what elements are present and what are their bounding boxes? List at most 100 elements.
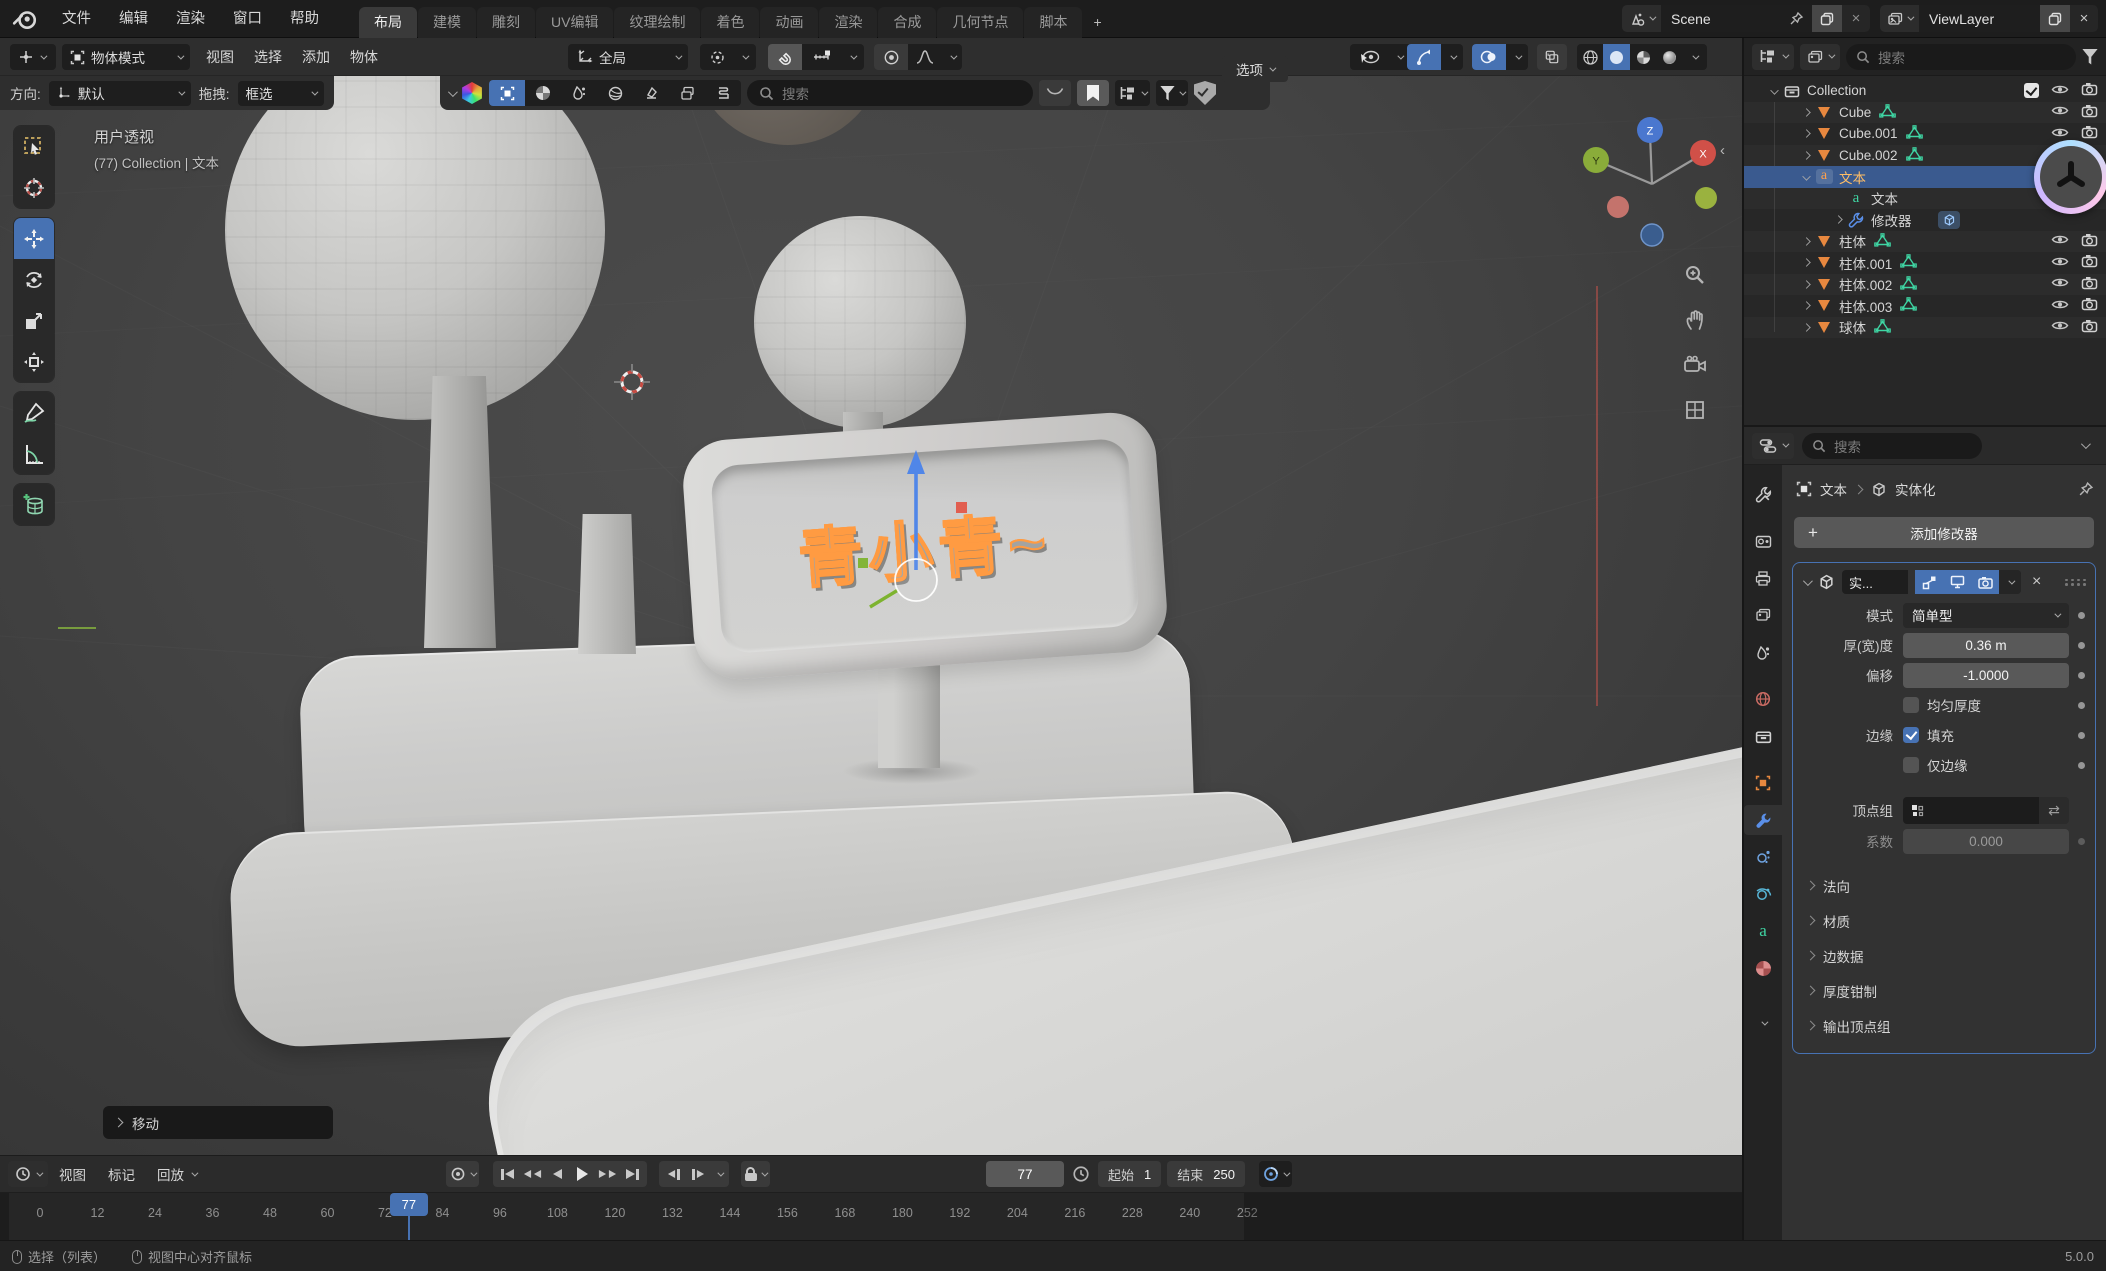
- transform-orientation-dropdown[interactable]: 全局: [568, 44, 688, 70]
- properties-tab-world[interactable]: [1744, 684, 1782, 714]
- properties-tab-material[interactable]: [1744, 953, 1782, 983]
- outliner-item-label[interactable]: 柱体.001: [1839, 253, 1892, 273]
- drag-dropdown[interactable]: 框选: [238, 81, 324, 106]
- prev-frame-button[interactable]: [661, 1162, 686, 1186]
- properties-tab-view-layer[interactable]: [1744, 600, 1782, 630]
- shading-material-icon[interactable]: [1630, 44, 1656, 70]
- viewport-menu-item[interactable]: 视图: [196, 38, 244, 76]
- vertex-group-field[interactable]: [1903, 797, 2039, 824]
- editor-type-button[interactable]: [10, 44, 56, 70]
- expander-icon[interactable]: [1798, 152, 1815, 159]
- app-menu-item[interactable]: 帮助: [276, 0, 333, 38]
- hide-eye-toggle[interactable]: [2051, 298, 2069, 314]
- outliner-display-mode-button[interactable]: [1752, 44, 1794, 70]
- keyframe-dot[interactable]: [2078, 612, 2085, 619]
- offset-field[interactable]: -1.0000: [1903, 663, 2069, 688]
- render-visibility-toggle[interactable]: [2081, 82, 2098, 99]
- gizmos-toggle-icon[interactable]: [1407, 44, 1441, 70]
- next-keyframe-button[interactable]: [595, 1162, 620, 1186]
- timeline-editor-type-button[interactable]: [8, 1161, 48, 1187]
- workspace-tab[interactable]: 脚本: [1024, 7, 1082, 38]
- hide-eye-toggle[interactable]: [2051, 83, 2069, 99]
- outliner-item-label[interactable]: 文本: [1871, 188, 1898, 208]
- viewlayer-name[interactable]: ViewLayer: [1919, 11, 2040, 27]
- sidebar-collapse-arrow[interactable]: ‹: [1720, 142, 1725, 159]
- keyframe-dot[interactable]: [2078, 732, 2085, 739]
- pan-widget-icon[interactable]: [1678, 303, 1712, 337]
- fill-checkbox[interactable]: [1903, 727, 1919, 743]
- clock-icon[interactable]: [1072, 1165, 1090, 1183]
- proportional-edit-toggle[interactable]: [874, 44, 908, 70]
- operator-panel[interactable]: 移动: [103, 1106, 333, 1139]
- jump-to-start-button[interactable]: [495, 1162, 520, 1186]
- outliner-item-label[interactable]: 柱体: [1839, 231, 1866, 251]
- modifier-render-toggle[interactable]: [1971, 570, 1999, 594]
- snap-dropdown[interactable]: [842, 44, 862, 70]
- modifier-badge-icon[interactable]: [1938, 211, 1960, 229]
- timeline-menu-item[interactable]: 视图: [48, 1164, 97, 1184]
- overlays-dropdown[interactable]: [1506, 44, 1528, 70]
- keyframe-dot[interactable]: [2078, 672, 2085, 679]
- workspace-tab[interactable]: 渲染: [819, 7, 877, 38]
- expander-icon[interactable]: [1830, 216, 1847, 223]
- next-frame-button[interactable]: [686, 1162, 711, 1186]
- properties-search-input[interactable]: 搜索: [1802, 433, 1982, 459]
- falloff-dropdown[interactable]: [942, 44, 962, 70]
- properties-tab-object-data[interactable]: a: [1744, 916, 1782, 946]
- annotate-tool[interactable]: [14, 392, 54, 433]
- tabs-overflow-chevron[interactable]: [1744, 1008, 1782, 1038]
- shading-dropdown[interactable]: [1682, 44, 1706, 70]
- timeline-menu-item[interactable]: 标记: [97, 1164, 146, 1184]
- contrast-sphere-filter-icon[interactable]: [525, 80, 561, 106]
- select-box-tool[interactable]: [14, 126, 54, 167]
- modifier-name-field[interactable]: 实...: [1842, 570, 1908, 594]
- playhead-frame-badge[interactable]: 77: [390, 1193, 428, 1216]
- outliner-row[interactable]: Collection: [1744, 80, 2106, 102]
- modifier-section-row[interactable]: 边数据: [1793, 938, 2095, 973]
- viewlayer-selector[interactable]: ViewLayer ×: [1880, 5, 2098, 32]
- globe-filter-icon[interactable]: [597, 80, 633, 106]
- keyframe-dot[interactable]: [2078, 642, 2085, 649]
- shading-rendered-icon[interactable]: [1656, 44, 1682, 70]
- only-rim-checkbox[interactable]: [1903, 757, 1919, 773]
- outliner-item-label[interactable]: 修改器: [1871, 210, 1912, 230]
- outliner-item-label[interactable]: 柱体.003: [1839, 296, 1892, 316]
- zoom-widget-icon[interactable]: [1678, 258, 1712, 292]
- timeline-ruler[interactable]: 0122436486072849610812013214415616818019…: [0, 1192, 1742, 1241]
- render-visibility-toggle[interactable]: [2081, 254, 2098, 271]
- pivot-point-dropdown[interactable]: [700, 44, 756, 70]
- filter-funnel-dropdown[interactable]: [1156, 80, 1188, 106]
- rotate-tool[interactable]: [14, 259, 54, 300]
- prev-keyframe-button[interactable]: [520, 1162, 545, 1186]
- add-workspace-button[interactable]: +: [1083, 7, 1111, 38]
- play-button[interactable]: [570, 1162, 595, 1186]
- modifier-delete-button[interactable]: ×: [2032, 573, 2041, 591]
- scale-tool[interactable]: [14, 300, 54, 341]
- collection-checkbox[interactable]: [2024, 83, 2039, 98]
- tool-options-dropdown[interactable]: 选项: [1222, 56, 1288, 82]
- viewport-3d[interactable]: 青小青~ 用户透视 (77) Collection | 文本: [0, 76, 1742, 1155]
- mode-dropdown[interactable]: 简单型: [1903, 603, 2069, 628]
- workspace-tab[interactable]: 几何节点: [937, 7, 1023, 38]
- expander-icon[interactable]: [1798, 238, 1815, 245]
- material-preview-ball-icon[interactable]: [461, 82, 483, 104]
- properties-tab-physics[interactable]: [1744, 879, 1782, 909]
- frame-step-dropdown[interactable]: [711, 1162, 727, 1186]
- move-tool[interactable]: [14, 218, 54, 259]
- auto-key-button[interactable]: [446, 1161, 479, 1187]
- viewlayer-remove-button[interactable]: ×: [2070, 5, 2098, 32]
- outliner-row[interactable]: 柱体.002: [1744, 274, 2106, 296]
- render-visibility-toggle[interactable]: [2081, 233, 2098, 250]
- navigation-gizmo[interactable]: Z X Y: [1580, 112, 1728, 260]
- modifier-realtime-toggle[interactable]: [1943, 570, 1971, 594]
- workspace-tab[interactable]: 建模: [418, 7, 476, 38]
- shading-wireframe-icon[interactable]: [1577, 44, 1603, 70]
- outliner-row[interactable]: 修改器: [1744, 209, 2106, 231]
- mode-dropdown[interactable]: 物体模式: [62, 44, 190, 70]
- outliner-item-label[interactable]: Cube.001: [1839, 126, 1898, 141]
- viewport-menu-item[interactable]: 添加: [292, 38, 340, 76]
- app-menu-item[interactable]: 文件: [48, 0, 105, 38]
- frame-end-field[interactable]: 结束250: [1167, 1161, 1245, 1187]
- keyframe-dot[interactable]: [2078, 762, 2085, 769]
- shield-check-icon[interactable]: [1194, 81, 1216, 105]
